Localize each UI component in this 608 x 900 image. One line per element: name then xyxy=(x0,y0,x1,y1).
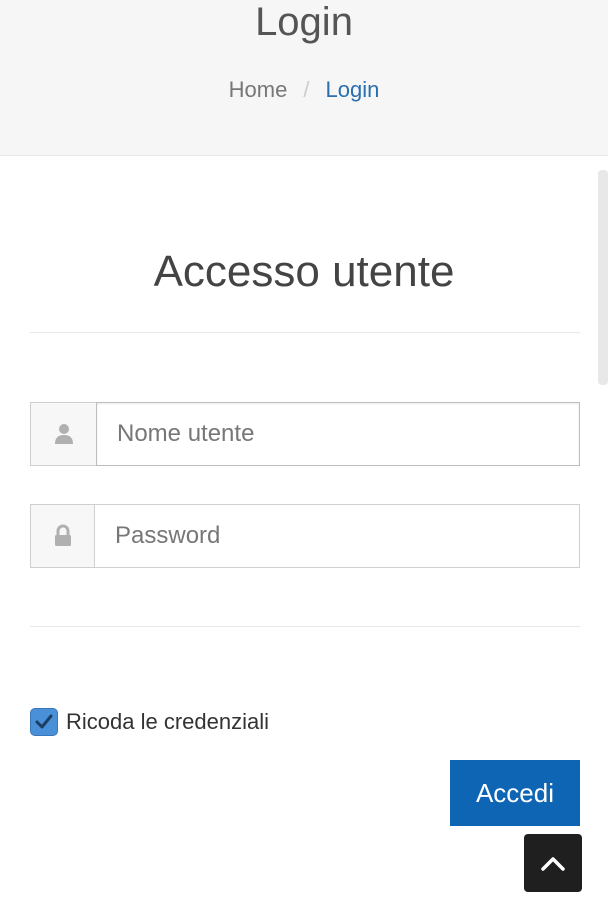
remember-credentials[interactable]: Ricoda le credenziali xyxy=(30,708,269,736)
user-icon xyxy=(30,402,96,466)
section-title: Accesso utente xyxy=(153,247,455,296)
remember-label: Ricoda le credenziali xyxy=(66,709,269,734)
breadcrumb-separator: / xyxy=(303,77,310,102)
back-to-top-button[interactable] xyxy=(524,834,582,892)
divider xyxy=(30,332,580,333)
password-field[interactable] xyxy=(94,504,580,568)
lock-icon xyxy=(30,504,94,568)
page-header: Login Home / Login xyxy=(0,0,608,156)
chevron-up-icon xyxy=(541,857,565,871)
password-input-group xyxy=(30,504,580,568)
breadcrumb: Home / Login xyxy=(0,76,608,104)
remember-checkbox[interactable] xyxy=(30,708,58,736)
username-field[interactable] xyxy=(96,402,580,466)
login-page: Login Home / Login Accesso utente Nome u… xyxy=(0,0,608,900)
page-title: Login xyxy=(255,0,353,44)
breadcrumb-home-link[interactable]: Home xyxy=(229,76,288,104)
login-button[interactable]: Accedi xyxy=(450,760,580,826)
username-input-group xyxy=(30,402,580,466)
breadcrumb-current: Login xyxy=(325,77,380,102)
divider xyxy=(30,626,580,627)
checkmark-icon xyxy=(35,714,53,729)
